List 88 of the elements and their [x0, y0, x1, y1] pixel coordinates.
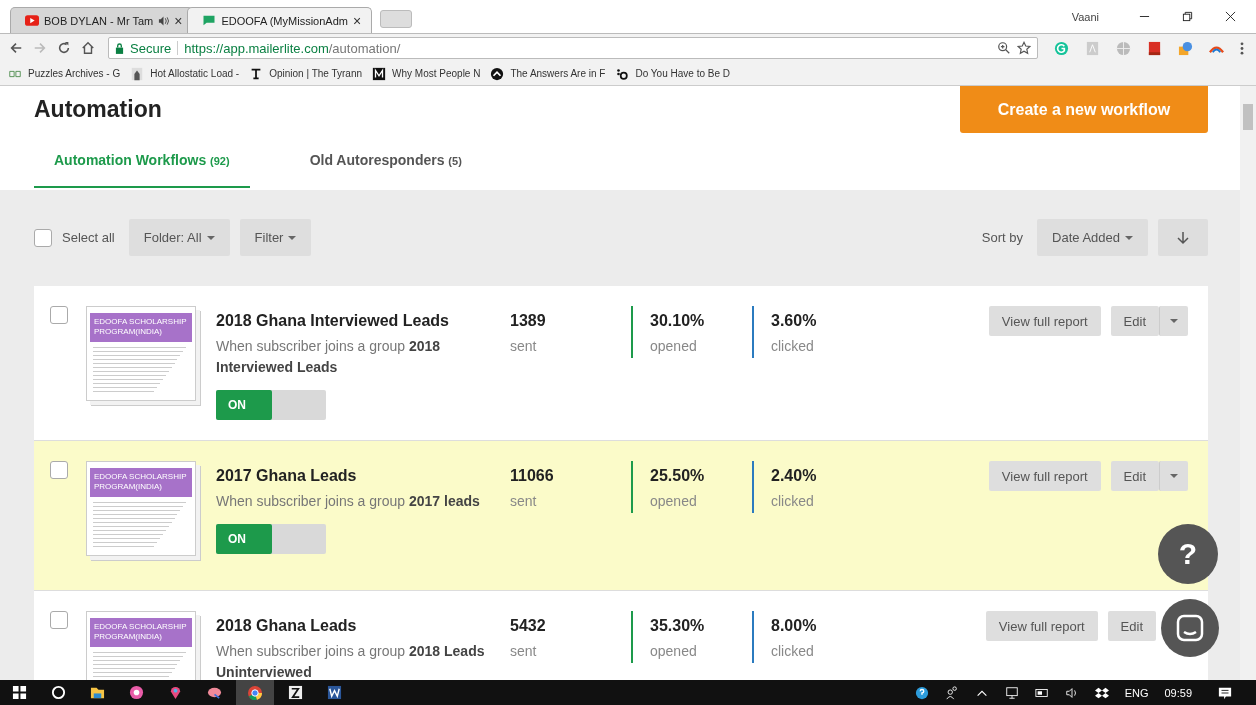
folder-icon[interactable]	[90, 685, 105, 700]
chat-bubble-icon	[202, 15, 217, 26]
zoom-icon[interactable]	[997, 41, 1011, 55]
stat-label: clicked	[771, 643, 815, 659]
workflow-title[interactable]: 2017 Ghana Leads	[216, 467, 510, 485]
stat-label: sent	[510, 643, 538, 659]
chrome-taskbar-icon[interactable]	[236, 680, 274, 705]
filter-dropdown[interactable]: Filter	[239, 219, 312, 256]
close-icon[interactable]	[1225, 11, 1236, 22]
stat-label: opened	[650, 643, 698, 659]
workflow-trigger: When subscriber joins a group 2018 Interviewed Leads	[216, 337, 442, 377]
edit-button[interactable]: Edit	[1107, 611, 1156, 641]
sent-count: 1389	[510, 312, 547, 330]
dots-icon	[615, 66, 630, 81]
sort-dropdown[interactable]: Date Added	[1037, 219, 1148, 256]
stat-label: sent	[510, 493, 538, 509]
edit-button[interactable]: Edit	[1110, 306, 1159, 336]
stat-label: opened	[650, 493, 698, 509]
workflow-checkbox[interactable]	[50, 461, 68, 479]
thumbnail-heading: EDOOFA SCHOLARSHIP PROGRAM(INDIA)	[90, 618, 192, 648]
thumbnail-heading: EDOOFA SCHOLARSHIP PROGRAM(INDIA)	[90, 313, 192, 343]
clicked-rate: 2.40%	[771, 467, 818, 485]
sent-count: 5432	[510, 617, 547, 635]
workflow-trigger: When subscriber joins a group 2018 Leads Uninterviewed	[216, 642, 486, 680]
stat-label: sent	[510, 338, 538, 354]
sort-label: Sort by	[981, 230, 1024, 245]
m-square-icon	[372, 66, 387, 81]
page-title: Automation	[34, 96, 162, 123]
people-icon[interactable]	[944, 685, 959, 700]
dark-circle-icon	[490, 66, 505, 81]
dropbox-icon[interactable]	[1094, 685, 1109, 700]
workflow-title[interactable]: 2018 Ghana Leads	[216, 617, 510, 635]
select-all-checkbox[interactable]	[34, 228, 52, 247]
opened-rate: 25.50%	[650, 467, 706, 485]
language-indicator[interactable]: ENG	[1124, 686, 1149, 699]
view-report-button[interactable]: View full report	[988, 306, 1101, 336]
thumbnail-heading: EDOOFA SCHOLARSHIP PROGRAM(INDIA)	[90, 468, 192, 498]
workflow-title[interactable]: 2018 Ghana Interviewed Leads	[216, 312, 510, 330]
windows-icon[interactable]	[12, 685, 27, 700]
network-icon[interactable]	[1004, 685, 1019, 700]
clock[interactable]: 09:59	[1164, 686, 1192, 699]
workflow-checkbox[interactable]	[50, 306, 68, 324]
bookmark[interactable]: The Answers Are in F	[490, 66, 606, 81]
opened-rate: 30.10%	[650, 312, 706, 330]
profile-name[interactable]: Vaani	[1071, 10, 1099, 23]
music-icon[interactable]	[129, 685, 144, 700]
volume-icon[interactable]	[1064, 685, 1079, 700]
stat-label: clicked	[771, 493, 815, 509]
close-tab-button[interactable]: ×	[174, 13, 183, 28]
bookmark[interactable]: Why Most People N	[372, 66, 481, 81]
bookmark[interactable]: Opinion | The Tyrann	[249, 66, 363, 81]
bookmark[interactable]: Puzzles Archives - G	[8, 66, 121, 81]
play-logo-icon	[25, 15, 39, 26]
arrow-down-icon	[1177, 230, 1189, 245]
star-icon[interactable]	[1017, 41, 1031, 55]
status-toggle[interactable]: ON	[216, 390, 326, 420]
lock-icon	[115, 42, 124, 54]
stat-label: opened	[650, 338, 698, 354]
close-tab-button[interactable]: ×	[352, 13, 362, 28]
bookmark[interactable]: Hot Allostatic Load -	[130, 66, 240, 81]
scrollbar-thumb[interactable]	[1243, 104, 1253, 130]
pen-app-icon[interactable]	[288, 685, 303, 700]
clicked-rate: 8.00%	[771, 617, 818, 635]
edit-button[interactable]: Edit	[1110, 461, 1159, 491]
notification-icon[interactable]	[1218, 685, 1232, 700]
browser-tab[interactable]: EDOOFA (MyMissionAdm ×	[187, 7, 373, 33]
restore-icon[interactable]	[1182, 11, 1193, 22]
folder-dropdown[interactable]: Folder: All	[128, 219, 230, 256]
chat-icon	[1175, 613, 1205, 643]
word-icon[interactable]	[327, 685, 342, 700]
select-all-label[interactable]: Select all	[62, 230, 115, 245]
clicked-rate: 3.60%	[771, 312, 818, 330]
view-report-button[interactable]: View full report	[985, 611, 1098, 641]
status-toggle[interactable]: ON	[216, 524, 326, 554]
address-field[interactable]: Secure https://app.mailerlite.com/automation/	[108, 37, 1038, 59]
workflow-trigger: When subscriber joins a group 2017 leads	[216, 492, 481, 511]
opened-rate: 35.30%	[650, 617, 706, 635]
sent-count: 11066	[510, 467, 555, 485]
stat-label: clicked	[771, 338, 815, 354]
workflow-checkbox[interactable]	[50, 611, 68, 629]
portrait-icon	[130, 66, 145, 81]
view-report-button[interactable]: View full report	[988, 461, 1101, 491]
workflow-tab[interactable]: Automation Workflows (92)	[34, 152, 250, 188]
search-icon[interactable]	[51, 685, 66, 700]
map-pin-icon[interactable]	[168, 685, 183, 700]
workflow-tab[interactable]: Old Autoresponders (5)	[289, 152, 482, 188]
help-circle-icon[interactable]	[914, 685, 929, 700]
bookmark[interactable]: Do You Have to Be D	[615, 66, 730, 81]
